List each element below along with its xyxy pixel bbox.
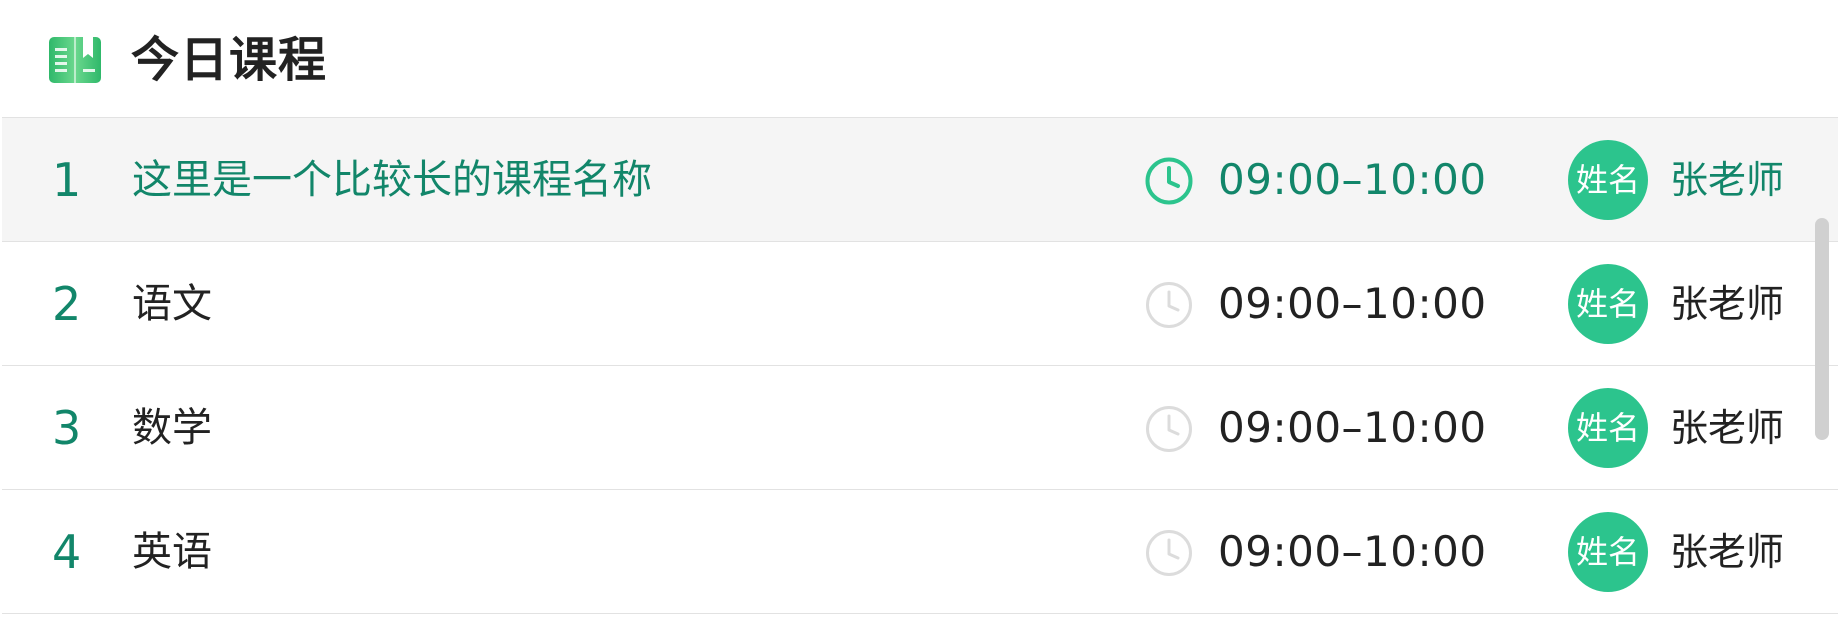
course-name: 英语 xyxy=(132,529,212,575)
course-row[interactable]: 1 这里是一个比较长的课程名称 09:00–10:00 姓名 张老师 xyxy=(2,118,1838,242)
book-icon xyxy=(49,37,101,83)
scrollbar[interactable] xyxy=(1815,218,1829,440)
avatar: 姓名 xyxy=(1568,264,1648,344)
course-row[interactable]: 2 语文 09:00–10:00 姓名 张老师 xyxy=(2,242,1838,366)
course-row[interactable]: 3 数学 09:00–10:00 姓名 张老师 xyxy=(2,366,1838,490)
course-list: 1 这里是一个比较长的课程名称 09:00–10:00 姓名 张老师 2 语文 … xyxy=(2,117,1838,628)
teacher-name: 张老师 xyxy=(1670,282,1785,326)
clock-icon xyxy=(1146,530,1192,576)
panel-header: 今日课程 xyxy=(0,0,1840,118)
avatar: 姓名 xyxy=(1568,140,1648,220)
course-index: 2 xyxy=(52,277,82,331)
todays-courses-panel: 今日课程 1 这里是一个比较长的课程名称 09:00–10:00 姓名 张老师 … xyxy=(0,0,1840,628)
course-time: 09:00–10:00 xyxy=(1218,403,1487,452)
course-name: 数学 xyxy=(132,405,212,451)
course-row[interactable]: 4 英语 09:00–10:00 姓名 张老师 xyxy=(2,490,1838,614)
teacher-name: 张老师 xyxy=(1670,530,1785,574)
avatar: 姓名 xyxy=(1568,388,1648,468)
avatar: 姓名 xyxy=(1568,512,1648,592)
page-title: 今日课程 xyxy=(131,32,328,88)
course-index: 4 xyxy=(52,525,82,579)
course-time: 09:00–10:00 xyxy=(1218,527,1487,576)
course-time: 09:00–10:00 xyxy=(1218,155,1487,204)
course-name: 语文 xyxy=(132,281,212,327)
clock-icon xyxy=(1146,406,1192,452)
teacher-name: 张老师 xyxy=(1670,406,1785,450)
course-index: 3 xyxy=(52,401,82,455)
clock-icon xyxy=(1145,157,1193,205)
teacher-name: 张老师 xyxy=(1670,158,1785,202)
course-time: 09:00–10:00 xyxy=(1218,279,1487,328)
clock-icon xyxy=(1146,282,1192,328)
course-index: 1 xyxy=(52,153,82,207)
course-name: 这里是一个比较长的课程名称 xyxy=(132,157,652,203)
